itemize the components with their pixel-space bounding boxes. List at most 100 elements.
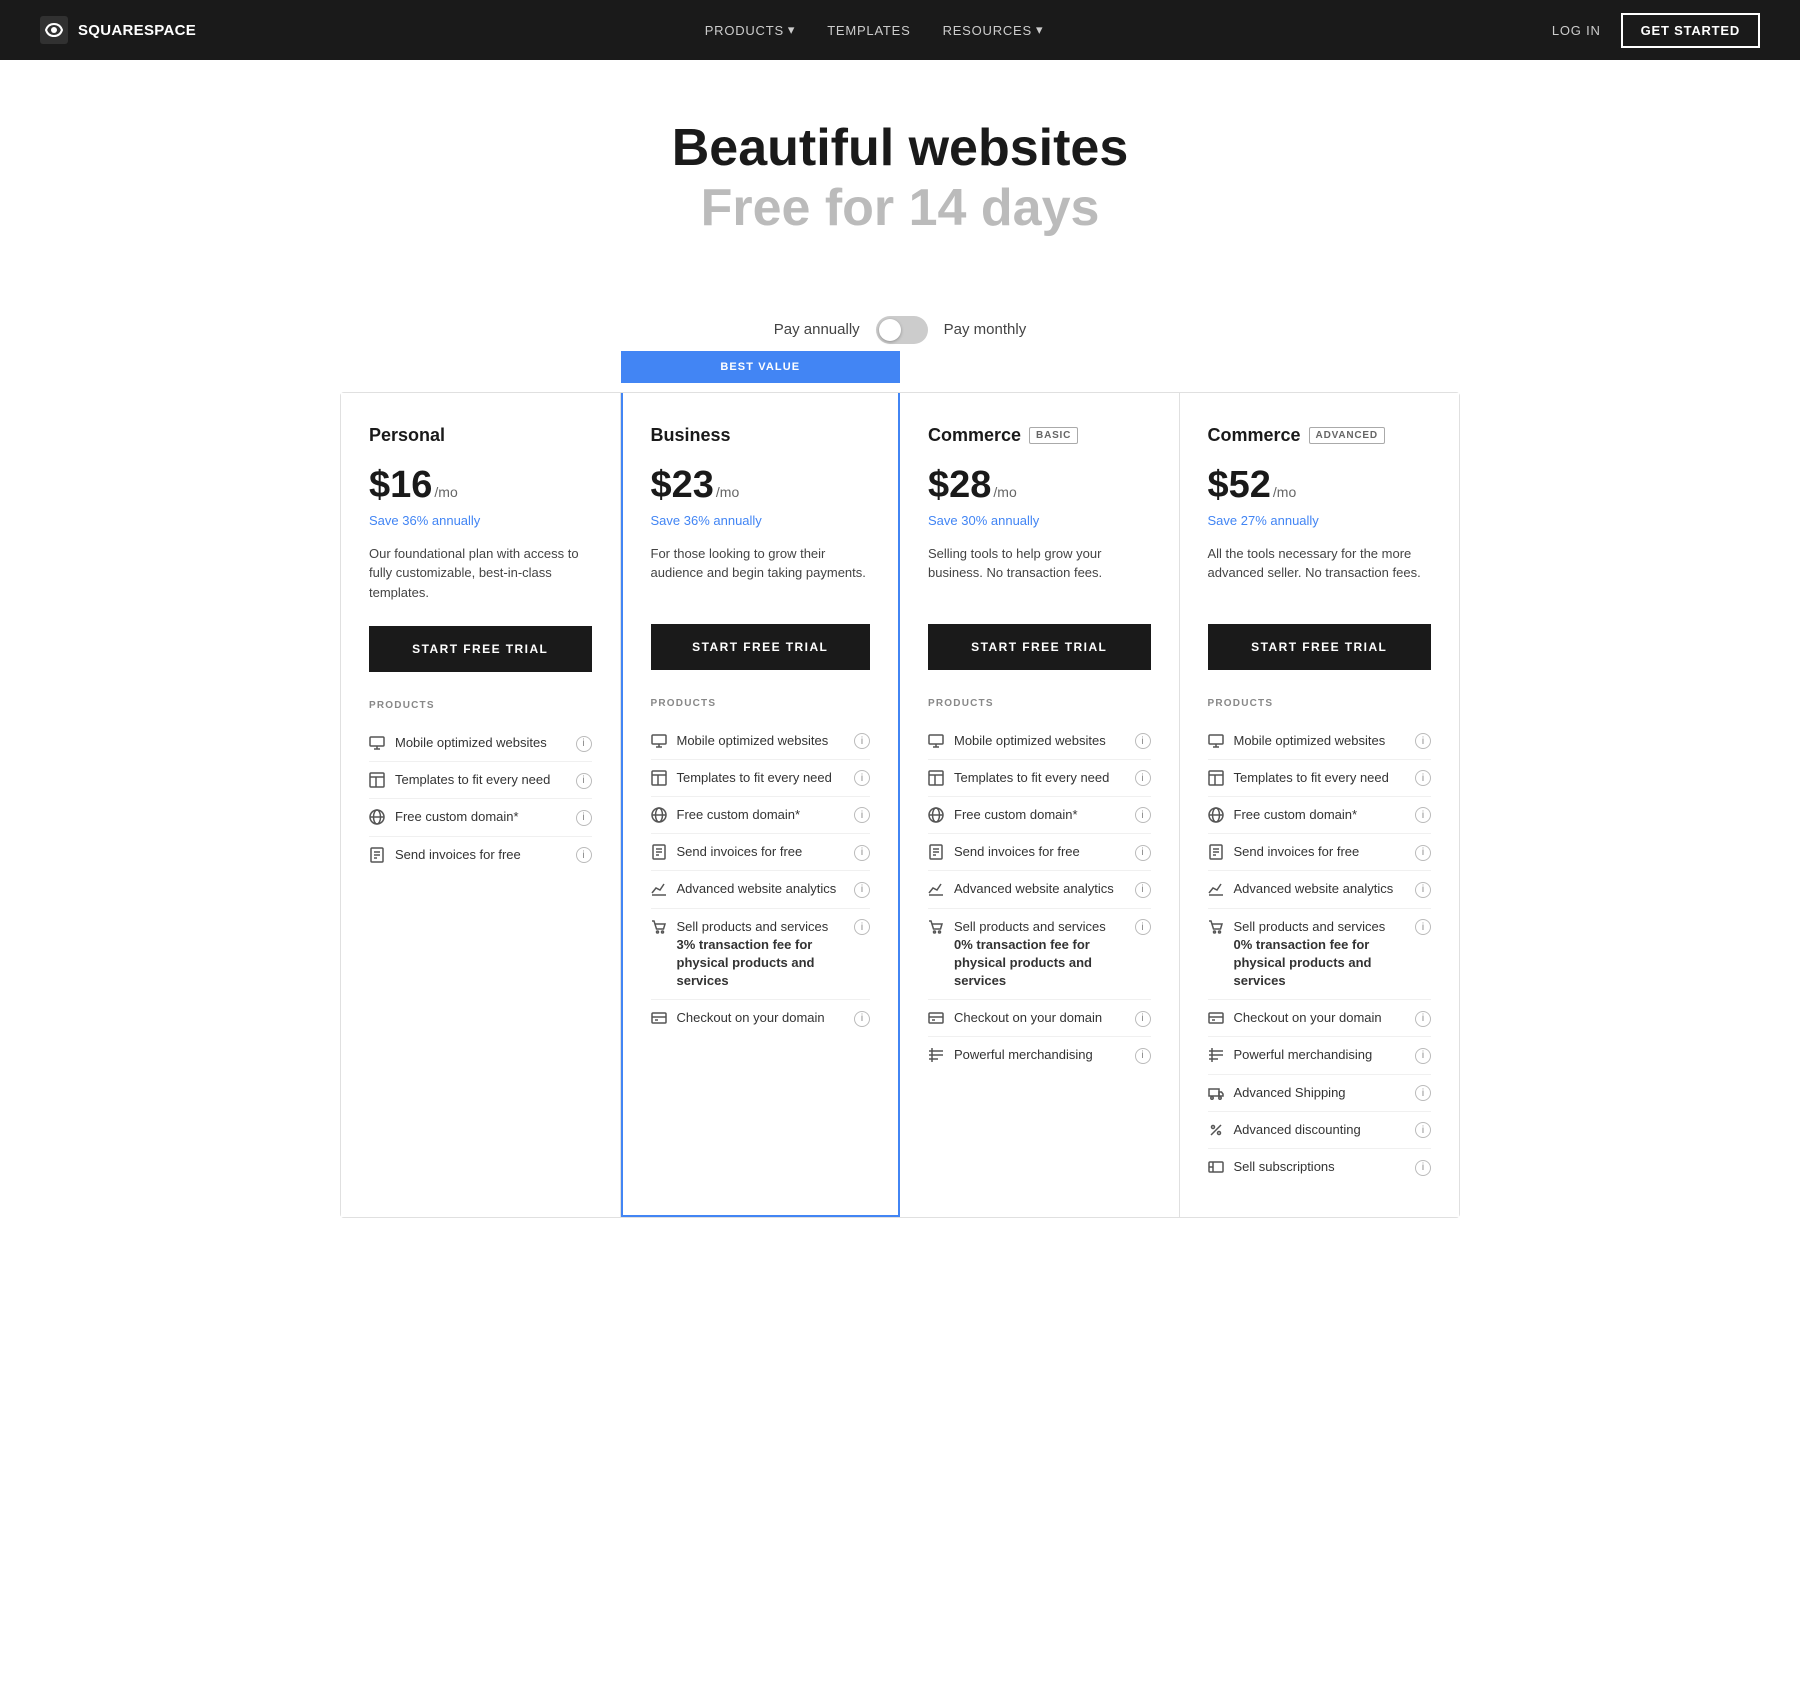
nav-resources[interactable]: RESOURCES ▾ xyxy=(943,22,1044,38)
feature-left-2-4: Advanced website analytics xyxy=(928,880,1127,898)
info-icon-2-1[interactable]: i xyxy=(1135,769,1151,787)
info-icon-2-3[interactable]: i xyxy=(1135,843,1151,861)
card-icon xyxy=(651,1010,667,1026)
feature-item-3-0: Mobile optimized websites i xyxy=(1208,723,1432,760)
price-period-3: /mo xyxy=(1273,484,1296,500)
feature-text-2-3: Send invoices for free xyxy=(954,843,1080,861)
billing-toggle-switch[interactable] xyxy=(876,316,928,344)
feature-item-3-5: Sell products and services0% transaction… xyxy=(1208,909,1432,1001)
feature-left-3-0: Mobile optimized websites xyxy=(1208,732,1408,750)
info-icon-0-1[interactable]: i xyxy=(576,771,592,789)
info-icon-0-3[interactable]: i xyxy=(576,846,592,864)
feature-text-3-4: Advanced website analytics xyxy=(1234,880,1394,898)
logo[interactable]: SQUARESPACE xyxy=(40,16,196,44)
template-icon xyxy=(928,770,944,786)
info-icon-3-6[interactable]: i xyxy=(1415,1009,1431,1027)
card-icon xyxy=(1208,1010,1224,1026)
feature-left-3-6: Checkout on your domain xyxy=(1208,1009,1408,1027)
pricing-section: BEST VALUE Personal $16 /mo Save 36% ann… xyxy=(320,392,1480,1279)
plan-price-1: $23 /mo xyxy=(651,464,871,507)
info-icon-1-6[interactable]: i xyxy=(854,1009,870,1027)
plan-description-1: For those looking to grow their audience… xyxy=(651,544,871,600)
info-icon-3-8[interactable]: i xyxy=(1415,1084,1431,1102)
info-icon-1-2[interactable]: i xyxy=(854,806,870,824)
hero-section: Beautiful websites Free for 14 days xyxy=(0,60,1800,280)
chevron-down-icon: ▾ xyxy=(1036,22,1043,38)
cta-button-3[interactable]: START FREE TRIAL xyxy=(1208,624,1432,670)
price-amount-2: $28 xyxy=(928,464,991,507)
cart-icon xyxy=(1208,919,1224,935)
info-icon-3-2[interactable]: i xyxy=(1415,806,1431,824)
feature-left-2-1: Templates to fit every need xyxy=(928,769,1127,787)
price-period-2: /mo xyxy=(993,484,1016,500)
price-savings-3: Save 27% annually xyxy=(1208,513,1432,528)
feature-text-1-0: Mobile optimized websites xyxy=(677,732,829,750)
cta-button-1[interactable]: START FREE TRIAL xyxy=(651,624,871,670)
feature-left-3-1: Templates to fit every need xyxy=(1208,769,1408,787)
feature-text-3-0: Mobile optimized websites xyxy=(1234,732,1386,750)
info-icon-1-0[interactable]: i xyxy=(854,732,870,750)
info-icon-3-3[interactable]: i xyxy=(1415,843,1431,861)
feature-item-3-6: Checkout on your domain i xyxy=(1208,1000,1432,1037)
info-icon-3-4[interactable]: i xyxy=(1415,880,1431,898)
feature-item-2-1: Templates to fit every need i xyxy=(928,760,1151,797)
info-icon-2-4[interactable]: i xyxy=(1135,880,1151,898)
nav-products[interactable]: PRODUCTS ▾ xyxy=(705,22,796,38)
nav-templates[interactable]: TEMPLATES xyxy=(827,23,910,38)
merchandise-icon xyxy=(928,1047,944,1063)
cart-icon xyxy=(928,919,944,935)
info-icon-1-1[interactable]: i xyxy=(854,769,870,787)
cart-icon xyxy=(651,919,667,935)
feature-left-2-0: Mobile optimized websites xyxy=(928,732,1127,750)
nav-actions: LOG IN GET STARTED xyxy=(1552,13,1760,48)
login-link[interactable]: LOG IN xyxy=(1552,23,1601,38)
feature-left-1-1: Templates to fit every need xyxy=(651,769,847,787)
features-label-0: PRODUCTS xyxy=(369,700,592,711)
feature-text-0-3: Send invoices for free xyxy=(395,846,521,864)
analytics-icon xyxy=(928,881,944,897)
feature-text-3-6: Checkout on your domain xyxy=(1234,1009,1382,1027)
get-started-button[interactable]: GET STARTED xyxy=(1621,13,1760,48)
feature-left-3-7: Powerful merchandising xyxy=(1208,1046,1408,1064)
info-icon-0-2[interactable]: i xyxy=(576,808,592,826)
feature-text-3-7: Powerful merchandising xyxy=(1234,1046,1373,1064)
info-icon-2-6[interactable]: i xyxy=(1135,1009,1151,1027)
plan-card-3: CommerceADVANCED $52 /mo Save 27% annual… xyxy=(1180,393,1460,1218)
cta-button-2[interactable]: START FREE TRIAL xyxy=(928,624,1151,670)
feature-text-2-5: Sell products and services0% transaction… xyxy=(954,918,1127,991)
info-icon-1-3[interactable]: i xyxy=(854,843,870,861)
cta-button-0[interactable]: START FREE TRIAL xyxy=(369,626,592,672)
info-icon-3-0[interactable]: i xyxy=(1415,732,1431,750)
info-icon-1-4[interactable]: i xyxy=(854,880,870,898)
plan-badge-3: ADVANCED xyxy=(1309,427,1385,444)
feature-text-2-7: Powerful merchandising xyxy=(954,1046,1093,1064)
navbar: SQUARESPACE PRODUCTS ▾ TEMPLATES RESOURC… xyxy=(0,0,1800,60)
info-icon-2-7[interactable]: i xyxy=(1135,1046,1151,1064)
info-icon-0-0[interactable]: i xyxy=(576,734,592,752)
info-icon-3-9[interactable]: i xyxy=(1415,1121,1431,1139)
features-label-3: PRODUCTS xyxy=(1208,698,1432,709)
info-icon-2-5[interactable]: i xyxy=(1135,918,1151,936)
logo-text: SQUARESPACE xyxy=(78,22,196,39)
price-amount-0: $16 xyxy=(369,464,432,507)
info-icon-3-10[interactable]: i xyxy=(1415,1158,1431,1176)
feature-item-3-7: Powerful merchandising i xyxy=(1208,1037,1432,1074)
info-icon-2-2[interactable]: i xyxy=(1135,806,1151,824)
price-period-1: /mo xyxy=(716,484,739,500)
info-icon-3-7[interactable]: i xyxy=(1415,1046,1431,1064)
best-value-banner: BEST VALUE xyxy=(621,351,901,383)
feature-item-3-1: Templates to fit every need i xyxy=(1208,760,1432,797)
price-savings-1: Save 36% annually xyxy=(651,513,871,528)
plan-name-0: Personal xyxy=(369,425,445,446)
info-icon-1-5[interactable]: i xyxy=(854,918,870,936)
monitor-icon xyxy=(928,733,944,749)
info-icon-3-1[interactable]: i xyxy=(1415,769,1431,787)
hero-title: Beautiful websites xyxy=(20,120,1780,177)
feature-item-3-4: Advanced website analytics i xyxy=(1208,871,1432,908)
plan-name-2: Commerce xyxy=(928,425,1021,446)
info-icon-3-5[interactable]: i xyxy=(1415,918,1431,936)
feature-item-2-7: Powerful merchandising i xyxy=(928,1037,1151,1073)
feature-left-2-6: Checkout on your domain xyxy=(928,1009,1127,1027)
info-icon-2-0[interactable]: i xyxy=(1135,732,1151,750)
price-amount-3: $52 xyxy=(1208,464,1271,507)
